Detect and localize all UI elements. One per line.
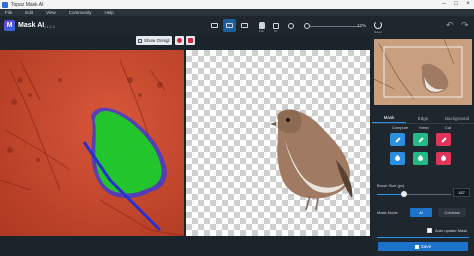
reset-label: Reset: [374, 30, 382, 34]
app-name: Mask AI: [18, 22, 45, 29]
menu-help[interactable]: Help: [104, 10, 113, 15]
split-view-button[interactable]: [223, 19, 236, 32]
fill-icon: [439, 154, 448, 163]
maximize-button[interactable]: □: [450, 0, 462, 9]
menu-community[interactable]: Community: [69, 10, 92, 15]
save-button[interactable]: Save: [378, 242, 468, 251]
red-dot-icon: [177, 38, 182, 43]
side-by-side-icon: [241, 23, 248, 28]
keep-fill-button[interactable]: [413, 152, 428, 165]
split-view-icon: [226, 23, 233, 28]
side-by-side-button[interactable]: [238, 19, 251, 32]
fill-icon: [393, 154, 402, 163]
cut-fill-button[interactable]: [436, 152, 451, 165]
control-panel: Mask Edge Background Compute Keep Cut Br…: [372, 35, 474, 256]
title-bar: Topaz Mask AI – □ ×: [0, 0, 474, 9]
pan-label: Pan: [258, 29, 265, 33]
zoom-slider-knob[interactable]: [304, 23, 310, 29]
save-divider: [377, 237, 469, 238]
app-small-icon: [2, 1, 8, 8]
auto-update-toggle[interactable]: Auto update Mask: [427, 228, 467, 233]
cutout-preview-image: [270, 109, 353, 211]
single-view-icon: [211, 23, 218, 28]
minimize-button[interactable]: –: [438, 0, 450, 9]
background-color-button[interactable]: [186, 36, 195, 45]
compute-brush-button[interactable]: [390, 133, 405, 146]
brush-size-knob[interactable]: [401, 191, 407, 197]
tab-edge[interactable]: Edge: [406, 116, 440, 123]
tab-background[interactable]: Background: [440, 116, 474, 123]
menu-view[interactable]: View: [46, 10, 56, 15]
zoom-slider-track[interactable]: [306, 26, 362, 27]
fill-icon: [416, 154, 425, 163]
cut-brush-button[interactable]: [436, 133, 451, 146]
menu-edit[interactable]: Edit: [25, 10, 33, 15]
reset-button[interactable]: Reset: [372, 19, 384, 34]
save-label: Save: [420, 244, 432, 249]
keep-label: Keep: [419, 125, 429, 130]
mask-edit-canvas[interactable]: [0, 50, 184, 236]
save-icon: [414, 244, 419, 249]
navigator-image: [374, 39, 472, 105]
show-original-checkbox[interactable]: [138, 38, 142, 43]
show-original-label: Show Orinigl: [144, 38, 170, 43]
panel-tabs: Mask Edge Background: [372, 114, 474, 124]
brush-size-input[interactable]: 187: [453, 188, 470, 197]
view-options-row: Show Orinigl: [0, 35, 372, 47]
pen-icon: [394, 136, 401, 143]
menu-file[interactable]: File: [5, 10, 12, 15]
overlay-color-button[interactable]: [175, 36, 184, 45]
zoom-fit-button[interactable]: [284, 19, 297, 32]
keep-brush-button[interactable]: [413, 133, 428, 146]
zoom-value: 17%: [357, 23, 367, 28]
auto-update-checkbox[interactable]: [427, 228, 432, 233]
mask-mode-ai-button[interactable]: AI: [410, 208, 432, 217]
auto-update-label: Auto update Mask: [435, 228, 468, 233]
preview-canvas[interactable]: [186, 50, 370, 236]
app-version: v1.2.4: [44, 24, 55, 29]
canvas-bottom-strip: [0, 236, 372, 256]
compute-label: Compute: [391, 125, 409, 130]
tool-buttons: [390, 133, 458, 165]
brush-size-label: Brush Size (px): [377, 183, 405, 188]
navigator-thumbnail[interactable]: [374, 39, 472, 105]
app-header: M Mask AI v1.2.4 Pan Fit 17% Reset ↶ ↷: [0, 16, 474, 35]
mask-overlay-image: [0, 50, 184, 236]
reset-icon: [374, 21, 382, 29]
tab-mask[interactable]: Mask: [372, 115, 406, 123]
pan-hand-icon: [258, 22, 265, 29]
redo-icon[interactable]: ↷: [461, 20, 469, 31]
fit-label: Fit: [273, 29, 278, 33]
mask-tool-grid: Compute Keep Cut: [390, 125, 458, 165]
brush-size-fill: [377, 194, 403, 195]
single-view-button[interactable]: [208, 19, 221, 32]
pan-button[interactable]: Pan: [255, 19, 268, 33]
tool-column-labels: Compute Keep Cut: [390, 125, 458, 130]
undo-icon[interactable]: ↶: [446, 20, 454, 31]
compute-fill-button[interactable]: [390, 152, 405, 165]
pen-icon: [417, 136, 424, 143]
zoom-icon: [287, 22, 294, 29]
close-button[interactable]: ×: [462, 0, 474, 9]
split-color-icon: [188, 38, 193, 43]
menu-bar: File Edit View Community Help: [0, 9, 474, 16]
show-original-toggle[interactable]: Show Orinigl: [136, 36, 172, 45]
fit-icon: [272, 22, 279, 29]
cut-label: Cut: [444, 125, 452, 130]
window-title: Topaz Mask AI: [11, 1, 44, 8]
app-logo-icon: M: [4, 20, 15, 31]
mask-ai-window: Topaz Mask AI – □ × File Edit View Commu…: [0, 0, 474, 256]
mask-mode-label: Mask Mode: [377, 210, 398, 215]
pen-icon: [440, 136, 447, 143]
fit-button[interactable]: Fit: [269, 19, 282, 33]
mask-mode-contrast-button[interactable]: Contrast: [438, 208, 466, 217]
